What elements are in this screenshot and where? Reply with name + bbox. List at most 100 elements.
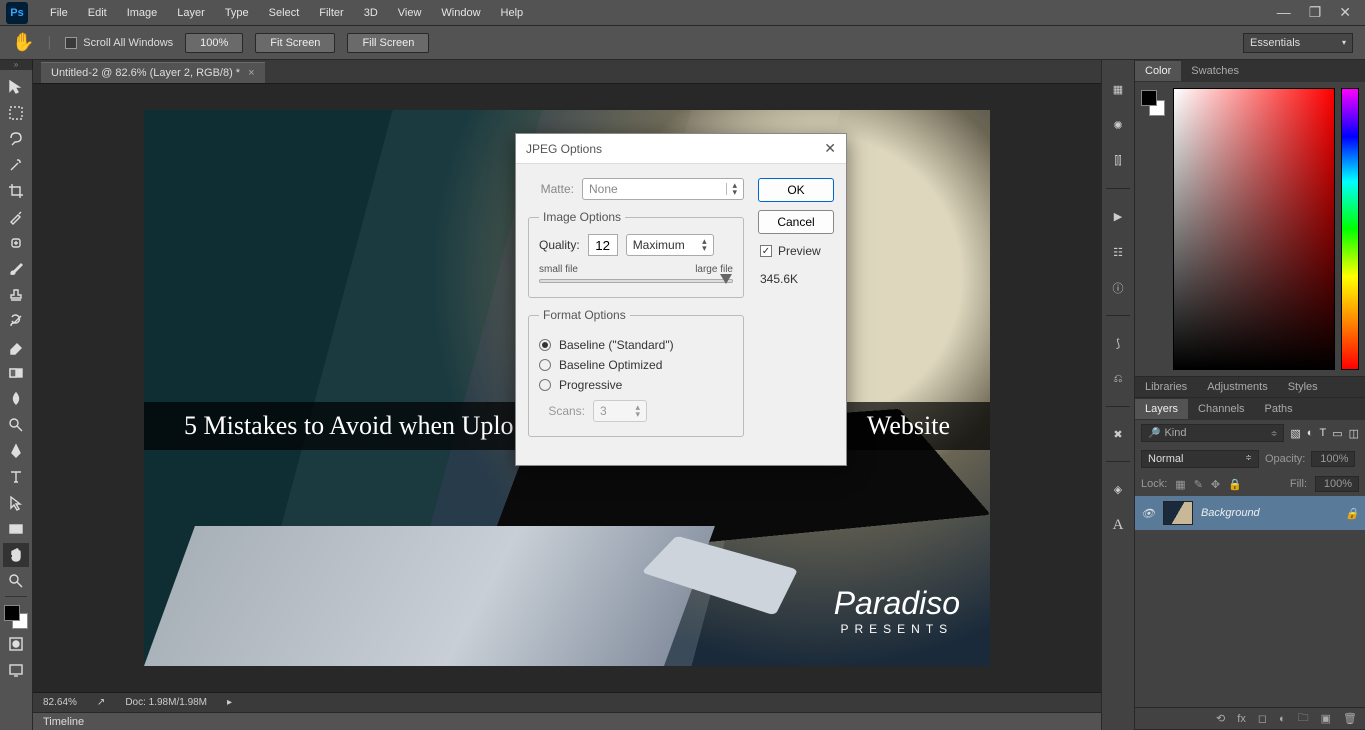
- color-fgbg[interactable]: [1141, 88, 1167, 370]
- menu-file[interactable]: File: [40, 3, 78, 23]
- tab-color[interactable]: Color: [1135, 61, 1181, 81]
- dock-navigator-icon[interactable]: ✺: [1107, 114, 1129, 136]
- preview-checkbox[interactable]: Preview: [760, 244, 834, 258]
- tab-adjustments[interactable]: Adjustments: [1197, 377, 1278, 397]
- fill-input[interactable]: 100%: [1315, 476, 1359, 492]
- tool-heal[interactable]: [3, 231, 29, 255]
- menu-type[interactable]: Type: [215, 3, 259, 23]
- layer-item-background[interactable]: 👁 Background 🔒: [1135, 496, 1365, 530]
- zoom-100-button[interactable]: 100%: [185, 33, 243, 53]
- dock-brushes-icon[interactable]: ⟆: [1107, 332, 1129, 354]
- dialog-close-icon[interactable]: ✕: [824, 140, 836, 157]
- opacity-input[interactable]: 100%: [1311, 451, 1355, 467]
- fit-screen-button[interactable]: Fit Screen: [255, 33, 335, 53]
- tool-zoom[interactable]: [3, 569, 29, 593]
- hue-slider[interactable]: [1341, 88, 1359, 370]
- dialog-titlebar[interactable]: JPEG Options ✕: [516, 134, 846, 164]
- scroll-all-checkbox[interactable]: Scroll All Windows: [65, 37, 173, 49]
- dock-actions-icon[interactable]: ▶: [1107, 205, 1129, 227]
- lock-all-icon[interactable]: 🔒: [1228, 478, 1242, 491]
- tool-brush[interactable]: [3, 257, 29, 281]
- tool-gradient[interactable]: [3, 361, 29, 385]
- dock-character-icon[interactable]: A: [1107, 514, 1129, 536]
- hand-tool-icon[interactable]: ✋: [12, 32, 34, 53]
- visibility-icon[interactable]: 👁: [1141, 507, 1155, 520]
- tool-history-brush[interactable]: [3, 309, 29, 333]
- dock-adjust-icon[interactable]: ✖: [1107, 423, 1129, 445]
- tab-paths[interactable]: Paths: [1255, 399, 1303, 419]
- close-icon[interactable]: ✕: [1339, 4, 1351, 21]
- maximize-icon[interactable]: ❐: [1309, 4, 1322, 21]
- saturation-field[interactable]: [1173, 88, 1335, 370]
- tool-rectangle[interactable]: [3, 517, 29, 541]
- menu-3d[interactable]: 3D: [354, 3, 388, 23]
- filter-shape-icon[interactable]: ▭: [1332, 427, 1342, 440]
- dock-clone-icon[interactable]: ⎌: [1107, 368, 1129, 390]
- adjust-layer-icon[interactable]: ◐: [1279, 713, 1286, 725]
- group-icon[interactable]: 🗀: [1298, 709, 1309, 728]
- fx-icon[interactable]: fx: [1237, 713, 1246, 725]
- quality-input[interactable]: [588, 234, 618, 256]
- tool-wand[interactable]: [3, 153, 29, 177]
- filter-smart-icon[interactable]: ◫: [1349, 427, 1359, 440]
- tool-move[interactable]: [3, 75, 29, 99]
- status-zoom[interactable]: 82.64%: [43, 697, 77, 708]
- tool-eyedropper[interactable]: [3, 205, 29, 229]
- radio-baseline-optimized[interactable]: Baseline Optimized: [539, 358, 733, 372]
- tab-layers[interactable]: Layers: [1135, 399, 1188, 419]
- filter-image-icon[interactable]: ▧: [1290, 427, 1300, 440]
- tool-type[interactable]: [3, 465, 29, 489]
- fill-screen-button[interactable]: Fill Screen: [347, 33, 429, 53]
- document-tab[interactable]: Untitled-2 @ 82.6% (Layer 2, RGB/8) * ×: [41, 62, 265, 83]
- cancel-button[interactable]: Cancel: [758, 210, 834, 234]
- menu-help[interactable]: Help: [491, 3, 534, 23]
- radio-baseline-standard[interactable]: Baseline ("Standard"): [539, 338, 733, 352]
- mask-icon[interactable]: ◻: [1258, 712, 1267, 725]
- menu-filter[interactable]: Filter: [309, 3, 353, 23]
- screen-mode-icon[interactable]: [3, 658, 29, 682]
- matte-dropdown[interactable]: None ▴▾: [582, 178, 744, 200]
- quick-mask-icon[interactable]: [3, 632, 29, 656]
- tool-eraser[interactable]: [3, 335, 29, 359]
- menu-edit[interactable]: Edit: [78, 3, 117, 23]
- slider-thumb-icon[interactable]: [720, 274, 732, 284]
- quality-preset-dropdown[interactable]: Maximum ▴▾: [626, 234, 714, 256]
- link-layers-icon[interactable]: ⟲: [1216, 712, 1225, 725]
- minimize-icon[interactable]: —: [1277, 4, 1291, 21]
- dock-histogram-icon[interactable]: ⫿⫿: [1107, 150, 1129, 172]
- timeline-panel[interactable]: Timeline: [33, 712, 1101, 730]
- tab-swatches[interactable]: Swatches: [1181, 61, 1249, 81]
- tool-lasso[interactable]: [3, 127, 29, 151]
- dock-info-icon[interactable]: ⓘ: [1107, 277, 1129, 299]
- dock-properties-icon[interactable]: ☷: [1107, 241, 1129, 263]
- fg-bg-colors[interactable]: [2, 603, 30, 631]
- menu-window[interactable]: Window: [431, 3, 490, 23]
- menu-image[interactable]: Image: [117, 3, 168, 23]
- dock-3d-icon[interactable]: ◈: [1107, 478, 1129, 500]
- tab-channels[interactable]: Channels: [1188, 399, 1254, 419]
- menu-layer[interactable]: Layer: [167, 3, 215, 23]
- filter-kind-dropdown[interactable]: 🔎Kind≑: [1141, 424, 1284, 442]
- toolbox-flyout[interactable]: »: [0, 60, 33, 70]
- tool-crop[interactable]: [3, 179, 29, 203]
- close-tab-icon[interactable]: ×: [248, 67, 254, 79]
- tool-blur[interactable]: [3, 387, 29, 411]
- menu-view[interactable]: View: [388, 3, 432, 23]
- new-layer-icon[interactable]: ▣: [1321, 712, 1331, 725]
- quality-slider[interactable]: small file large file: [539, 264, 733, 283]
- tool-marquee[interactable]: [3, 101, 29, 125]
- lock-trans-icon[interactable]: ▦: [1175, 478, 1185, 491]
- share-icon[interactable]: ↗: [97, 697, 105, 708]
- lock-move-icon[interactable]: ✥: [1211, 478, 1220, 491]
- tool-path-select[interactable]: [3, 491, 29, 515]
- delete-layer-icon[interactable]: 🗑: [1343, 712, 1357, 725]
- status-docinfo[interactable]: Doc: 1.98M/1.98M: [125, 697, 207, 708]
- filter-adjust-icon[interactable]: ◐: [1307, 427, 1314, 439]
- ok-button[interactable]: OK: [758, 178, 834, 202]
- dock-history-icon[interactable]: ▦: [1107, 78, 1129, 100]
- filter-type-icon[interactable]: T: [1319, 427, 1326, 439]
- blend-mode-dropdown[interactable]: Normal≑: [1141, 450, 1259, 468]
- tool-stamp[interactable]: [3, 283, 29, 307]
- tool-hand[interactable]: [3, 543, 29, 567]
- lock-brush-icon[interactable]: ✎: [1194, 478, 1203, 491]
